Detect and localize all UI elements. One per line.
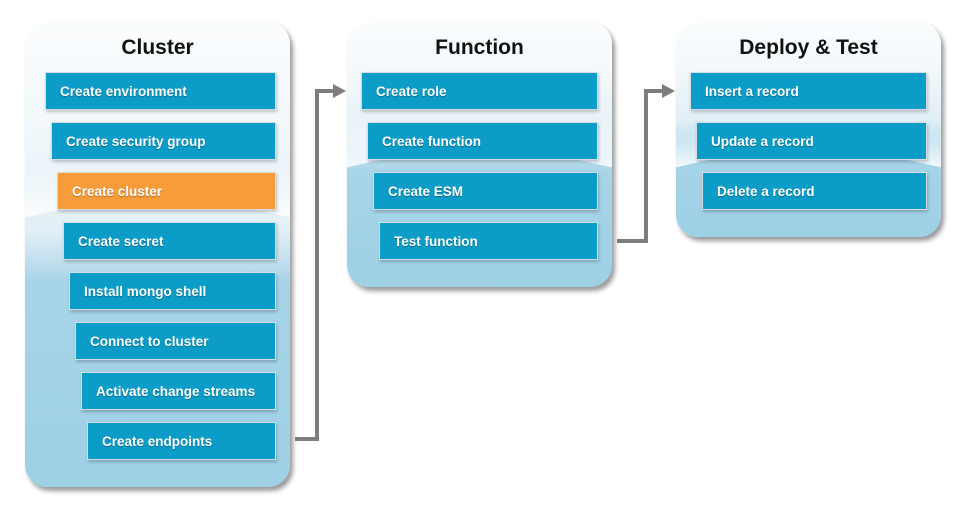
step-box[interactable]: Connect to cluster (75, 322, 276, 360)
step-box[interactable]: Create security group (51, 122, 276, 160)
column-title-cluster: Cluster (121, 36, 194, 59)
connector-function-to-deploy-vertical (644, 89, 648, 243)
diagram-canvas: Cluster Create environment Create securi… (0, 0, 965, 505)
step-box[interactable]: Create function (367, 122, 598, 160)
step-box[interactable]: Test function (379, 222, 598, 260)
step-box[interactable]: Create environment (45, 72, 276, 110)
step-box[interactable]: Create endpoints (87, 422, 276, 460)
step-box[interactable]: Activate change streams (81, 372, 276, 410)
step-box[interactable]: Create secret (63, 222, 276, 260)
step-box[interactable]: Update a record (696, 122, 927, 160)
step-box-highlighted[interactable]: Create cluster (57, 172, 276, 210)
step-box[interactable]: Insert a record (690, 72, 927, 110)
step-box[interactable]: Create role (361, 72, 598, 110)
step-box[interactable]: Create ESM (373, 172, 598, 210)
step-box[interactable]: Install mongo shell (69, 272, 276, 310)
column-title-deploy-test: Deploy & Test (739, 36, 878, 59)
column-title-function: Function (435, 36, 524, 59)
step-box[interactable]: Delete a record (702, 172, 927, 210)
connector-cluster-to-function-vertical (315, 89, 319, 441)
arrowhead-icon-function-to-deploy (662, 84, 675, 98)
arrowhead-icon-cluster-to-function (333, 84, 346, 98)
